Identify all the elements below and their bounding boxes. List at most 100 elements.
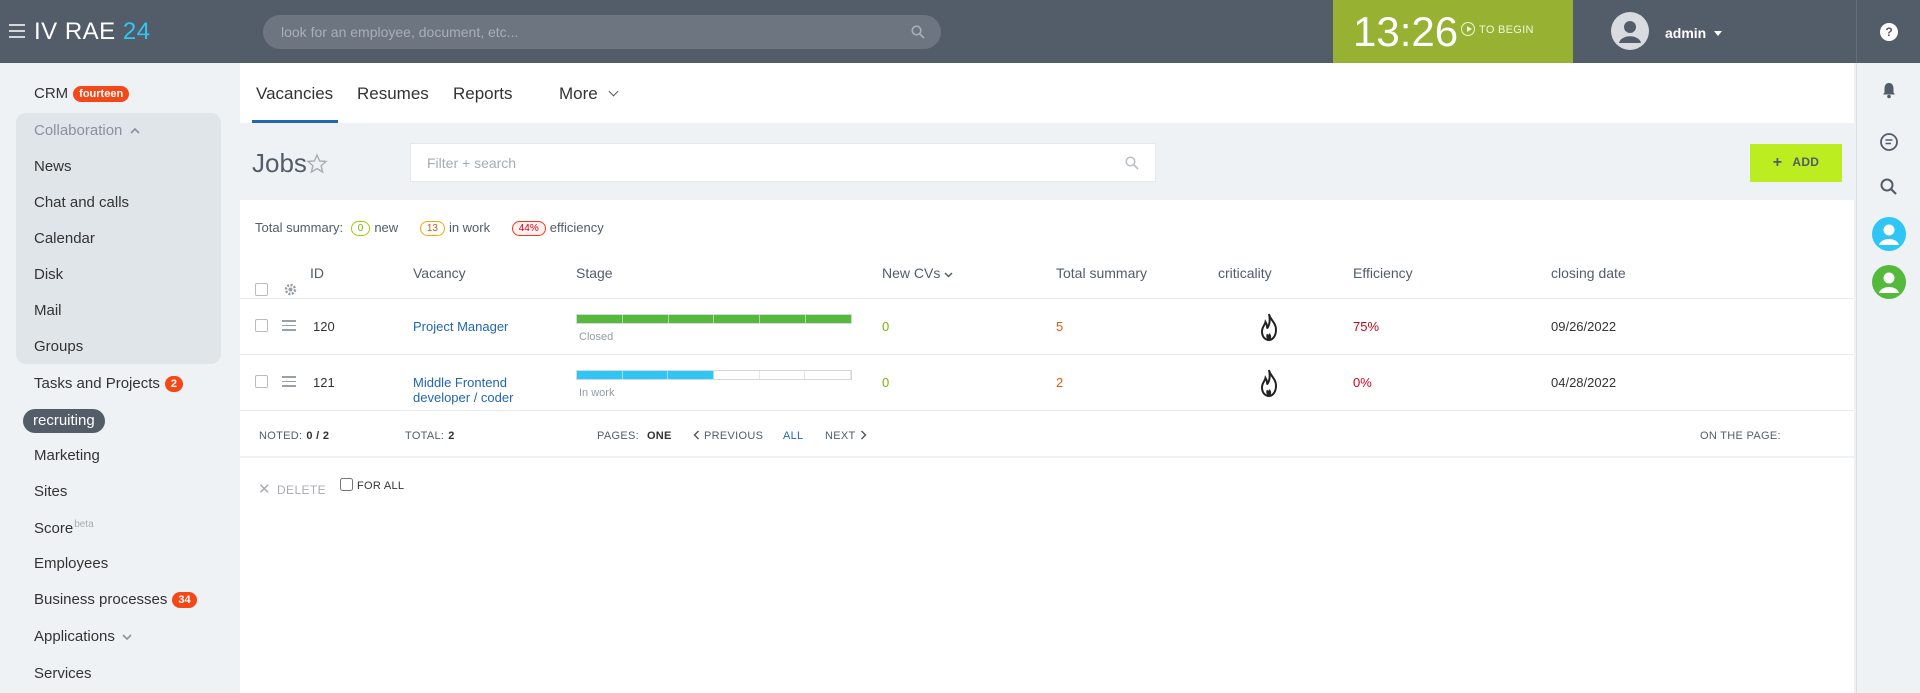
menu-item-news[interactable]: News: [34, 158, 72, 175]
search-icon[interactable]: [1125, 156, 1139, 170]
tab-vacancies[interactable]: Vacancies: [256, 84, 333, 104]
for-all-option[interactable]: FOR ALL: [340, 478, 404, 492]
vacancies-grid: Total summary: 0 new 13 in work 44% efficie…: [240, 200, 1854, 456]
top-bar: IV RAE 24 13:26 TO BEGIN admin ?: [0, 0, 1920, 63]
divider: [240, 354, 1854, 355]
stage-segment: [668, 315, 715, 323]
row-checkbox[interactable]: [255, 375, 268, 388]
chat-icon[interactable]: [1879, 132, 1899, 152]
right-panel: [1856, 63, 1920, 693]
contact-avatar[interactable]: [1872, 265, 1906, 299]
filter-search: [410, 143, 1156, 182]
column-header-id[interactable]: ID: [310, 265, 324, 281]
total-summary: Total summary: 0 new 13 in work 44% efficie…: [255, 220, 604, 236]
divider: [240, 298, 1854, 299]
stage-segment: [714, 315, 761, 323]
filter-search-input[interactable]: [411, 144, 1155, 181]
column-header-total-summary[interactable]: Total summary: [1056, 265, 1147, 281]
flame-icon: [1260, 313, 1278, 342]
menu-group-label: Collaboration: [34, 122, 123, 139]
vacancy-link[interactable]: Middle Frontend: [413, 375, 507, 390]
menu-item-score[interactable]: Scorebeta: [34, 519, 94, 537]
user-menu-caret-icon[interactable]: [1714, 31, 1722, 36]
menu-item-services[interactable]: Services: [34, 665, 92, 682]
pager-previous[interactable]: PREVIOUS: [693, 430, 763, 442]
menu-item-groups[interactable]: Groups: [34, 338, 83, 355]
menu-item-label: Score: [34, 520, 74, 537]
menu-item-sites[interactable]: Sites: [34, 483, 67, 500]
global-search-input[interactable]: [263, 15, 941, 49]
work-day-widget[interactable]: 13:26 TO BEGIN: [1333, 0, 1573, 63]
help-area: ?: [1856, 0, 1920, 63]
search-icon[interactable]: [1879, 177, 1899, 197]
stage-label: Closed: [579, 331, 614, 343]
menu-item-employees[interactable]: Employees: [34, 555, 108, 572]
tab-more[interactable]: More: [559, 84, 619, 104]
menu-item-business-processes[interactable]: Business processes 34: [34, 591, 197, 608]
logo[interactable]: IV RAE 24: [34, 18, 151, 46]
active-tab-indicator: [252, 120, 338, 123]
column-header-efficiency[interactable]: Efficiency: [1353, 265, 1413, 281]
noted-label: NOTED:: [259, 430, 303, 442]
logo-text: IV RAE: [34, 18, 116, 45]
pager-next-label: NEXT: [825, 430, 856, 442]
stage-progress-bar: [576, 370, 852, 380]
close-icon: ✕: [258, 481, 271, 498]
total-summary-count[interactable]: 2: [1056, 375, 1063, 390]
menu-item-tasks[interactable]: Tasks and Projects 2: [34, 375, 184, 392]
menu-item-crm[interactable]: CRM fourteen: [34, 85, 130, 102]
delete-button[interactable]: ✕ DELETE: [258, 480, 326, 498]
star-icon[interactable]: [306, 153, 328, 175]
pager-all[interactable]: ALL: [783, 430, 803, 442]
menu-item-marketing[interactable]: Marketing: [34, 447, 100, 464]
stage-segment: [577, 371, 623, 379]
column-header-closing-date[interactable]: closing date: [1551, 265, 1626, 281]
bell-icon[interactable]: [1879, 80, 1899, 100]
closing-date: 04/28/2022: [1551, 375, 1617, 390]
menu-group-collaboration[interactable]: Collaboration: [34, 122, 140, 139]
tab-reports[interactable]: Reports: [453, 84, 513, 104]
row-checkbox[interactable]: [255, 319, 268, 332]
menu-item-chat[interactable]: Chat and calls: [34, 194, 129, 211]
column-header-stage[interactable]: Stage: [576, 265, 613, 281]
pager-next[interactable]: NEXT: [825, 430, 867, 442]
new-cvs-count[interactable]: 0: [882, 319, 889, 334]
column-header-criticality[interactable]: criticality: [1218, 265, 1272, 281]
user-name[interactable]: admin: [1665, 25, 1706, 41]
vacancy-link-line2[interactable]: developer / coder: [413, 390, 513, 405]
column-header-vacancy[interactable]: Vacancy: [413, 265, 466, 281]
menu-item-label: Business processes: [34, 591, 168, 608]
efficiency-label: efficiency: [549, 220, 604, 235]
pages-label: PAGES:: [597, 430, 639, 442]
row-menu-icon[interactable]: [282, 320, 296, 331]
for-all-checkbox[interactable]: [340, 478, 353, 491]
menu-item-applications[interactable]: Applications: [34, 628, 132, 645]
menu-item-calendar[interactable]: Calendar: [34, 230, 95, 247]
chevron-down-icon: [608, 86, 619, 97]
tab-resumes[interactable]: Resumes: [357, 84, 429, 104]
menu-item-mail[interactable]: Mail: [34, 302, 62, 319]
add-button[interactable]: + ADD: [1750, 144, 1842, 182]
user-icon: [1879, 224, 1899, 245]
gear-icon[interactable]: [283, 282, 298, 297]
new-label: new: [374, 220, 399, 235]
total-summary-count[interactable]: 5: [1056, 319, 1063, 334]
menu-icon[interactable]: [9, 24, 25, 38]
column-header-new-cvs[interactable]: New CVs: [882, 265, 953, 281]
row-menu-icon[interactable]: [282, 376, 296, 387]
in-work-count-badge: 13: [419, 221, 445, 236]
stage-progress-bar: [576, 314, 852, 324]
user-avatar[interactable]: [1611, 12, 1649, 50]
select-all-checkbox[interactable]: [255, 283, 268, 296]
menu-item-recruiting[interactable]: recruiting: [23, 409, 105, 433]
vacancy-link[interactable]: Project Manager: [413, 319, 508, 334]
closing-date: 09/26/2022: [1551, 319, 1617, 334]
menu-item-disk[interactable]: Disk: [34, 266, 63, 283]
contact-avatar[interactable]: [1872, 217, 1906, 251]
stage-segment: [668, 371, 715, 379]
stage-segment: [760, 315, 807, 323]
search-icon[interactable]: [911, 25, 925, 39]
new-cvs-count[interactable]: 0: [882, 375, 889, 390]
begin-day-button[interactable]: TO BEGIN: [1461, 22, 1534, 36]
help-icon[interactable]: ?: [1880, 23, 1898, 41]
